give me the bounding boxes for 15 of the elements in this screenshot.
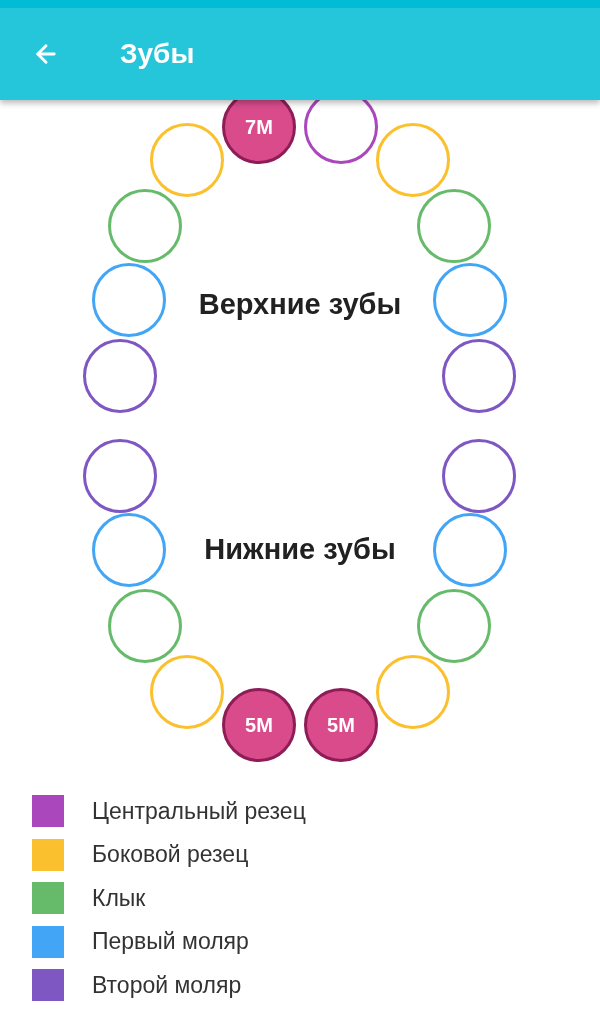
marked-tooth[interactable]: 5M	[304, 688, 378, 762]
upper-teeth-label: Верхние зубы	[198, 287, 402, 323]
legend-label: Боковой резец	[92, 840, 249, 870]
marked-tooth[interactable]: 5M	[222, 688, 296, 762]
marked-tooth[interactable]: 7M	[222, 100, 296, 164]
screen-title: Зубы	[120, 37, 195, 71]
tooth-circle[interactable]	[108, 189, 182, 263]
tooth-circle[interactable]	[417, 189, 491, 263]
legend-label: Центральный резец	[92, 796, 306, 826]
tooth-circle[interactable]	[108, 589, 182, 663]
legend-label: Клык	[92, 883, 146, 913]
tooth-circle[interactable]	[304, 100, 378, 164]
lower-teeth-label: Нижние зубы	[204, 532, 396, 568]
legend-label: Первый моляр	[92, 927, 249, 957]
legend-label: Второй моляр	[92, 970, 242, 1000]
